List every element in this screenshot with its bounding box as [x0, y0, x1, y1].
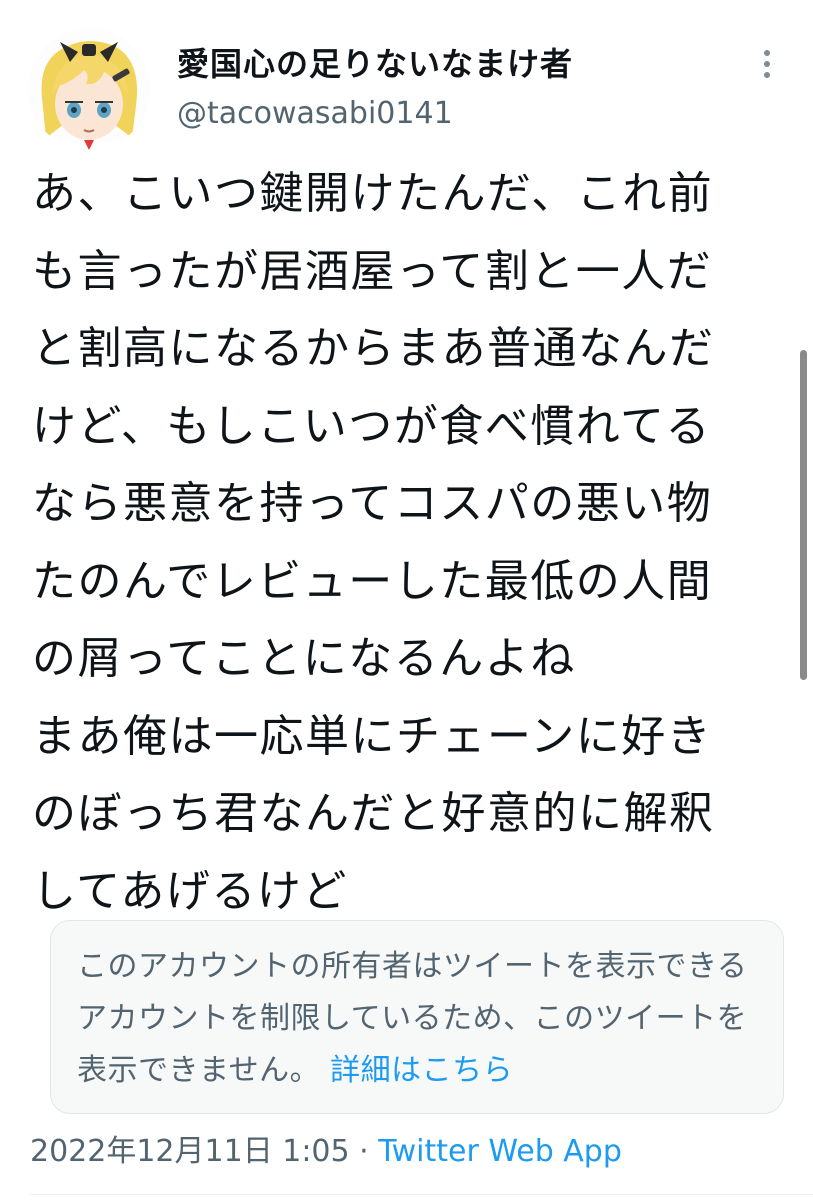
withheld-notice: このアカウントの所有者はツイートを表示できるアカウントを制限しているため、このツ… [50, 920, 784, 1114]
source-link[interactable]: Twitter Web App [378, 1134, 622, 1169]
author-handle[interactable]: @tacowasabi0141 [177, 94, 453, 134]
anime-avatar-icon [28, 28, 150, 150]
divider [30, 1194, 813, 1195]
tweet-meta: 2022年12月11日 1:05 · Twitter Web App [30, 1130, 622, 1174]
details-link[interactable]: 詳細はこちら [330, 1053, 513, 1088]
scrollbar-thumb[interactable] [800, 350, 807, 680]
meta-separator: · [359, 1134, 369, 1169]
author-display-name[interactable]: 愛国心の足りないなまけ者 [177, 42, 573, 86]
avatar[interactable] [28, 28, 150, 150]
more-options-button[interactable] [752, 44, 784, 84]
timestamp-link[interactable]: 2022年12月11日 1:05 [30, 1134, 350, 1169]
tweet-text: あ、こいつ鍵開けたんだ、これ前 も言ったが居酒屋って割と一人だ と割高になるから… [32, 168, 715, 917]
